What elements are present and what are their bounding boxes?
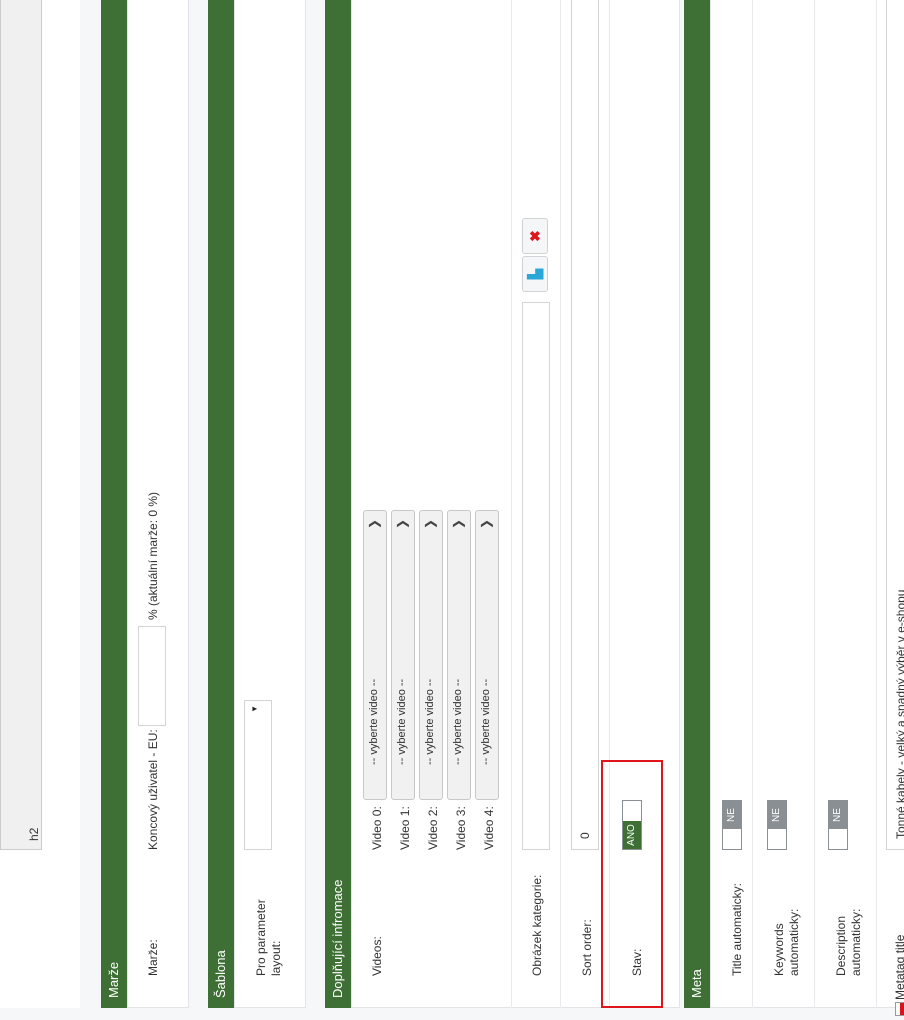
chevron-down-icon: ❯: [423, 519, 437, 530]
obrazek-input[interactable]: [522, 302, 550, 850]
title-auto-toggle-off: NE: [723, 801, 741, 829]
doplnujici-header: Doplňující infromace: [325, 0, 351, 1008]
video-1-selected: -- vyberte video --: [396, 678, 408, 765]
sort-order-input[interactable]: 0: [571, 0, 599, 850]
video-2-label: Video 2:: [426, 806, 440, 850]
marze-input[interactable]: [138, 626, 166, 726]
keywords-auto-toggle-left: [768, 829, 786, 849]
metatag-title-input[interactable]: Tonné kabely - velký a snadný výběr v e-…: [886, 0, 904, 850]
description-auto-toggle-off: NE: [829, 801, 847, 829]
keywords-auto-toggle[interactable]: NE: [767, 800, 787, 850]
sablona-section: [234, 0, 306, 1008]
title-auto-toggle-left: [723, 829, 741, 849]
video-3-label: Video 3:: [454, 806, 468, 850]
video-4-label: Video 4:: [482, 806, 496, 850]
keywords-auto-toggle-off: NE: [768, 801, 786, 829]
sablona-header: Šablona: [208, 0, 234, 1008]
video-3-selected: -- vyberte video --: [452, 678, 464, 765]
close-icon: ✖: [527, 230, 543, 242]
video-4-selected: -- vyberte video --: [480, 678, 492, 765]
description-auto-toggle[interactable]: NE: [828, 800, 848, 850]
video-3-select[interactable]: -- vyberte video -- ❯: [447, 510, 471, 800]
highlight-box: [601, 760, 663, 1008]
metatag-title-label: Metatag title: [893, 934, 904, 1000]
marze-sub-label: Koncový uživatel - EU:: [146, 729, 160, 850]
metatag-title-value: Tonné kabely - velký a snadný výběr v e-…: [894, 589, 904, 839]
video-0-select[interactable]: -- vyberte video -- ❯: [363, 510, 387, 800]
layout-select[interactable]: ▼: [244, 700, 272, 850]
delete-image-button[interactable]: ✖: [522, 218, 548, 254]
upload-icon: ▙: [527, 268, 543, 280]
meta-section: [710, 0, 904, 1008]
sort-order-value: 0: [578, 832, 592, 839]
description-auto-label: Description automaticky:: [834, 908, 863, 976]
top-text-field[interactable]: h2: [0, 0, 42, 850]
chevron-down-icon: ❯: [395, 519, 409, 530]
flag-icon: [895, 1002, 904, 1016]
video-0-label: Video 0:: [370, 806, 384, 850]
divider: [876, 0, 877, 1008]
title-auto-toggle[interactable]: NE: [722, 800, 742, 850]
divider: [511, 0, 512, 1008]
video-4-select[interactable]: -- vyberte video -- ❯: [475, 510, 499, 800]
video-2-selected: -- vyberte video --: [424, 678, 436, 765]
upload-image-button[interactable]: ▙: [522, 256, 548, 292]
divider: [752, 0, 753, 1008]
layout-select-arrow-icon: ▼: [250, 705, 259, 713]
rotated-page: h2 Marže Marže: Koncový uživatel - EU: %…: [0, 0, 904, 1020]
video-0-selected: -- vyberte video --: [368, 678, 380, 765]
sablona-label: Pro parameter layout:: [254, 899, 283, 976]
videos-label: Videos:: [370, 936, 384, 976]
video-2-select[interactable]: -- vyberte video -- ❯: [419, 510, 443, 800]
top-text-field-value: h2: [27, 827, 41, 841]
description-auto-toggle-left: [829, 829, 847, 849]
divider: [560, 0, 561, 1008]
marze-label: Marže:: [146, 939, 160, 976]
marze-header: Marže: [101, 0, 127, 1008]
meta-header: Meta: [684, 0, 710, 1008]
video-1-label: Video 1:: [398, 806, 412, 850]
keywords-auto-label: Keywords automaticky:: [772, 908, 801, 976]
title-auto-label: Title automaticky:: [730, 883, 744, 976]
video-1-select[interactable]: -- vyberte video -- ❯: [391, 510, 415, 800]
divider: [814, 0, 815, 1008]
sort-order-label: Sort order:: [580, 919, 594, 976]
chevron-down-icon: ❯: [479, 519, 493, 530]
chevron-down-icon: ❯: [367, 519, 381, 530]
chevron-down-icon: ❯: [451, 519, 465, 530]
marze-note: % (aktuální marže: 0 %): [146, 491, 160, 620]
obrazek-label: Obrázek kategorie:: [530, 874, 544, 976]
